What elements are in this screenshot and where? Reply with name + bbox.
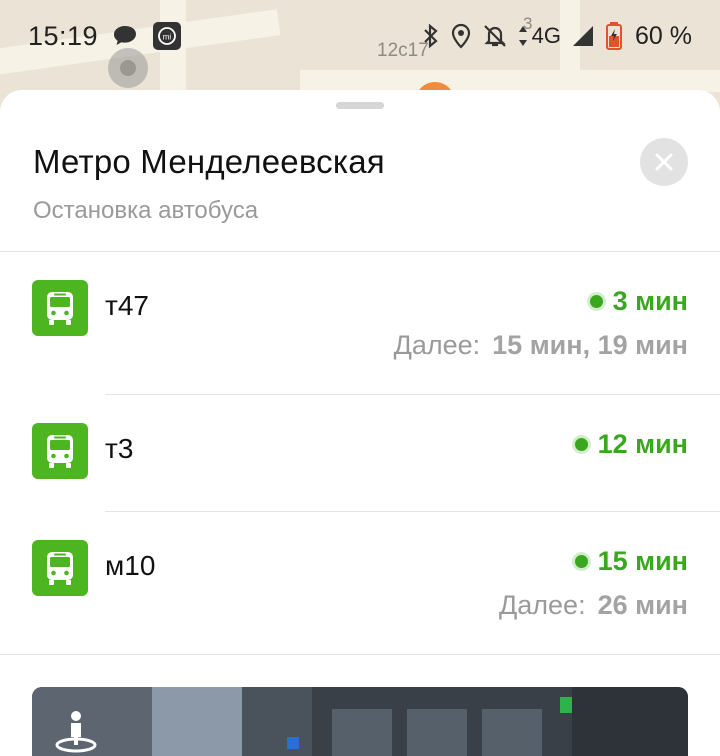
pano-building xyxy=(242,687,312,756)
battery-icon xyxy=(605,21,623,51)
svg-text:mi: mi xyxy=(163,33,172,42)
next-arrivals: Далее: 26 мин xyxy=(499,590,688,621)
route-row-t47[interactable]: т47 3 мин Далее: 15 мин, 19 мин xyxy=(0,251,720,394)
stop-subtitle: Остановка автобуса xyxy=(33,197,259,224)
sheet-drag-handle[interactable] xyxy=(336,102,384,109)
pano-building xyxy=(152,687,242,756)
arrival-time-value: 15 мин xyxy=(597,546,688,576)
route-number: т3 xyxy=(105,433,134,464)
route-row-t3[interactable]: т3 12 мин xyxy=(0,394,720,511)
live-indicator-icon xyxy=(589,295,603,308)
bus-icon xyxy=(32,423,88,479)
status-bar: 15:19 mi 4G 60 % xyxy=(0,0,720,72)
panorama-360-icon xyxy=(54,709,98,756)
next-arrivals-values: 15 мин, 19 мин xyxy=(492,330,688,360)
next-arrivals-label: Далее: xyxy=(498,590,586,620)
network-type: 4G xyxy=(531,23,562,48)
stop-bottom-sheet: Метро Менделеевская Остановка автобуса т… xyxy=(0,90,720,756)
map-road xyxy=(300,70,720,92)
arrival-time: 3 мин xyxy=(589,286,688,317)
live-indicator-icon xyxy=(574,438,588,451)
pano-parking-sign xyxy=(287,737,299,749)
pano-window xyxy=(407,709,467,756)
arrival-time: 15 мин xyxy=(574,546,688,577)
status-time: 15:19 xyxy=(28,20,99,51)
bus-icon xyxy=(32,540,88,596)
chat-bubble-icon xyxy=(112,24,138,48)
signal-icon xyxy=(571,24,595,48)
mi-app-icon: mi xyxy=(152,21,182,51)
pano-window xyxy=(332,709,392,756)
live-indicator-icon xyxy=(574,555,588,568)
data-arrows-icon xyxy=(518,24,528,48)
location-icon xyxy=(450,23,472,49)
battery-percentage: 60 % xyxy=(635,21,692,50)
route-row-m10[interactable]: м10 15 мин Далее: 26 мин xyxy=(0,511,720,654)
next-arrivals: Далее: 15 мин, 19 мин xyxy=(394,330,688,361)
route-number: т47 xyxy=(105,290,149,321)
bus-icon xyxy=(32,280,88,336)
bluetooth-icon xyxy=(422,23,440,49)
panorama-preview[interactable] xyxy=(32,687,688,756)
next-arrivals-values: 26 мин xyxy=(597,590,688,620)
arrival-time-value: 3 мин xyxy=(612,286,688,316)
arrival-time: 12 мин xyxy=(574,429,688,460)
close-button[interactable] xyxy=(640,138,688,186)
close-icon xyxy=(655,153,673,171)
section-divider xyxy=(0,654,720,655)
route-number: м10 xyxy=(105,550,156,581)
stop-title: Метро Менделеевская xyxy=(33,143,385,180)
notifications-off-icon xyxy=(482,23,508,49)
pano-window xyxy=(482,709,542,756)
next-arrivals-label: Далее: xyxy=(393,330,481,360)
arrival-time-value: 12 мин xyxy=(597,429,688,459)
pano-building xyxy=(572,687,688,756)
